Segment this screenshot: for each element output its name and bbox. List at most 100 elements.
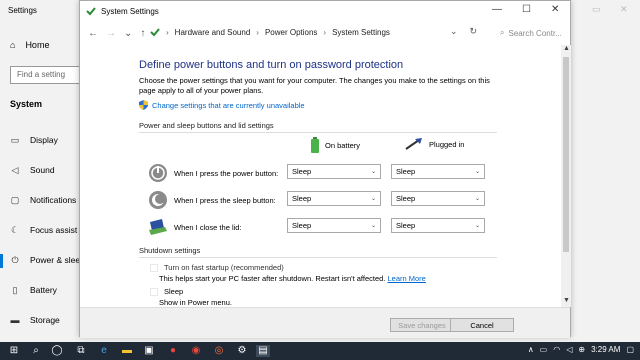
store-icon[interactable]: ▣ (143, 345, 155, 357)
taskbar: ⊞ ⌕ ◯ ⧉ e ▬ ▣ ● ◉ ◎ ⚙ ▤ ∧ ▭ ◠ ◁ ⊕ 3:29 A… (0, 342, 640, 360)
opera-icon[interactable]: ◉ (190, 345, 202, 357)
task-view-icon[interactable]: ◯ (51, 345, 63, 357)
sleep-checkbox[interactable] (150, 287, 158, 296)
recent-chevron-icon[interactable]: ⌄ (124, 28, 132, 39)
select-value: Sleep (292, 194, 312, 203)
battery-icon: ▯ (12, 285, 18, 295)
battery-column-header: On battery (311, 137, 360, 153)
scrollbar-thumb[interactable] (563, 57, 569, 252)
start-windows-icon[interactable]: ⊞ (8, 345, 20, 357)
settings-title: Settings (8, 6, 37, 15)
up-arrow-icon[interactable]: ↑ (140, 28, 145, 39)
close-icon[interactable]: ✕ (551, 4, 559, 15)
dialog-footer: Save changes Cancel (80, 307, 570, 338)
power-button-battery-select[interactable]: Sleep ⌄ (287, 164, 381, 179)
sidebar-item-storage[interactable]: ▬ Storage (10, 315, 60, 325)
sleep-button-row: When I press the sleep button: (148, 190, 276, 210)
sleep-button-battery-select[interactable]: Sleep ⌄ (287, 191, 381, 206)
minimize-icon[interactable]: ▭ (592, 4, 601, 15)
clock-time[interactable]: 3:29 AM (591, 345, 620, 354)
speaker-icon: ◁ (11, 165, 19, 175)
sleep-option[interactable]: Sleep (150, 287, 183, 296)
breadcrumb-hardware-sound[interactable]: Hardware and Sound (175, 28, 251, 37)
chevron-down-icon: ⌄ (370, 223, 376, 229)
section-divider (139, 257, 497, 258)
minimize-icon[interactable]: — (492, 4, 502, 15)
sidebar-item-power-sleep[interactable]: ⏻ Power & slee (10, 255, 80, 265)
scroll-up-icon[interactable]: ▲ (563, 45, 570, 52)
sleep-option-description: Show in Power menu. (159, 298, 232, 307)
settings-gear-icon[interactable]: ⚙ (236, 345, 248, 357)
section-power-buttons-title: Power and sleep buttons and lid settings (139, 121, 274, 130)
select-value: Sleep (292, 167, 312, 176)
control-panel-icon (150, 28, 160, 37)
sidebar-item-label: Focus assist (30, 225, 78, 235)
sidebar-item-display[interactable]: ▭ Display (10, 135, 58, 145)
chevron-down-icon: ⌄ (474, 196, 480, 202)
fast-startup-checkbox[interactable] (150, 263, 158, 272)
content-pane: Define power buttons and turn on passwor… (80, 45, 562, 307)
dropdown-chevron-icon[interactable]: ⌄ (450, 26, 458, 37)
scroll-down-icon[interactable]: ▼ (563, 297, 570, 304)
task-view-timeline-icon[interactable]: ⧉ (75, 345, 87, 357)
cancel-button[interactable]: Cancel (450, 318, 514, 332)
moon-icon: ☾ (10, 225, 20, 235)
system-settings-window: System Settings — ☐ ✕ ← → ⌄ ↑ › Hardware… (79, 0, 571, 338)
breadcrumb-power-options[interactable]: Power Options (265, 28, 317, 37)
breadcrumb: › Hardware and Sound › Power Options › S… (150, 27, 390, 37)
globe-icon[interactable]: ⊕ (578, 345, 585, 354)
notification-center-icon[interactable]: ▢ (626, 345, 634, 354)
change-settings-link[interactable]: Change settings that are currently unava… (139, 100, 305, 110)
fast-startup-label: Turn on fast startup (recommended) (164, 263, 284, 272)
sleep-option-label: Sleep (164, 287, 184, 296)
close-lid-plugged-select[interactable]: Sleep ⌄ (391, 218, 485, 233)
sidebar-item-label: Storage (30, 315, 60, 325)
network-icon[interactable]: ◠ (553, 345, 560, 354)
sleep-button-label: When I press the sleep button: (174, 195, 276, 205)
sidebar-item-label: Notifications (30, 195, 77, 205)
save-changes-button[interactable]: Save changes (390, 318, 454, 332)
control-panel-taskbar-icon[interactable]: ▤ (256, 345, 270, 357)
sleep-button-plugged-select[interactable]: Sleep ⌄ (391, 191, 485, 206)
on-battery-label: On battery (325, 140, 361, 150)
firefox-icon[interactable]: ◎ (213, 345, 225, 357)
sidebar-item-notifications[interactable]: ▢ Notifications (10, 195, 77, 205)
close-lid-row: When I close the lid: (148, 218, 242, 236)
close-icon[interactable]: ✕ (620, 4, 628, 15)
fast-startup-description: This helps start your PC faster after sh… (159, 274, 426, 283)
maximize-icon[interactable]: ☐ (522, 4, 531, 15)
battery-icon (311, 137, 319, 153)
active-indicator (0, 254, 3, 268)
sidebar-item-focus-assist[interactable]: ☾ Focus assist (10, 225, 77, 235)
back-arrow-icon[interactable]: ← (88, 28, 98, 39)
refresh-icon[interactable]: ↻ (470, 26, 478, 37)
home-nav[interactable]: ⌂ Home (10, 40, 49, 50)
power-button-plugged-select[interactable]: Sleep ⌄ (391, 164, 485, 179)
select-value: Sleep (292, 221, 312, 230)
search-icon: ⌕ (500, 28, 505, 37)
forward-arrow-icon[interactable]: → (106, 28, 116, 39)
chrome-icon[interactable]: ● (167, 345, 179, 357)
tray-chevron-icon[interactable]: ∧ (528, 345, 534, 354)
sidebar-item-battery[interactable]: ▯ Battery (10, 285, 57, 295)
search-box[interactable]: ⌕ Search Contr... (500, 25, 570, 41)
select-value: Sleep (396, 194, 416, 203)
chevron-down-icon: ⌄ (370, 196, 376, 202)
edge-icon[interactable]: e (98, 345, 110, 357)
close-lid-battery-select[interactable]: Sleep ⌄ (287, 218, 381, 233)
find-setting-input[interactable]: Find a setting (10, 66, 82, 84)
search-icon[interactable]: ⌕ (30, 345, 42, 357)
chevron-down-icon: ⌄ (474, 169, 480, 175)
select-value: Sleep (396, 221, 416, 230)
learn-more-link[interactable]: Learn More (388, 274, 426, 283)
fast-startup-option[interactable]: Turn on fast startup (recommended) (150, 263, 284, 272)
volume-icon[interactable]: ◁ (566, 345, 572, 354)
file-explorer-icon[interactable]: ▬ (121, 345, 133, 357)
breadcrumb-system-settings[interactable]: System Settings (332, 28, 390, 37)
select-value: Sleep (396, 167, 416, 176)
sidebar-item-sound[interactable]: ◁ Sound (10, 165, 55, 175)
battery-tray-icon[interactable]: ▭ (540, 345, 548, 354)
breadcrumb-separator-icon: › (256, 27, 259, 37)
chevron-down-icon: ⌄ (370, 169, 376, 175)
fast-startup-desc-text: This helps start your PC faster after sh… (159, 274, 386, 283)
